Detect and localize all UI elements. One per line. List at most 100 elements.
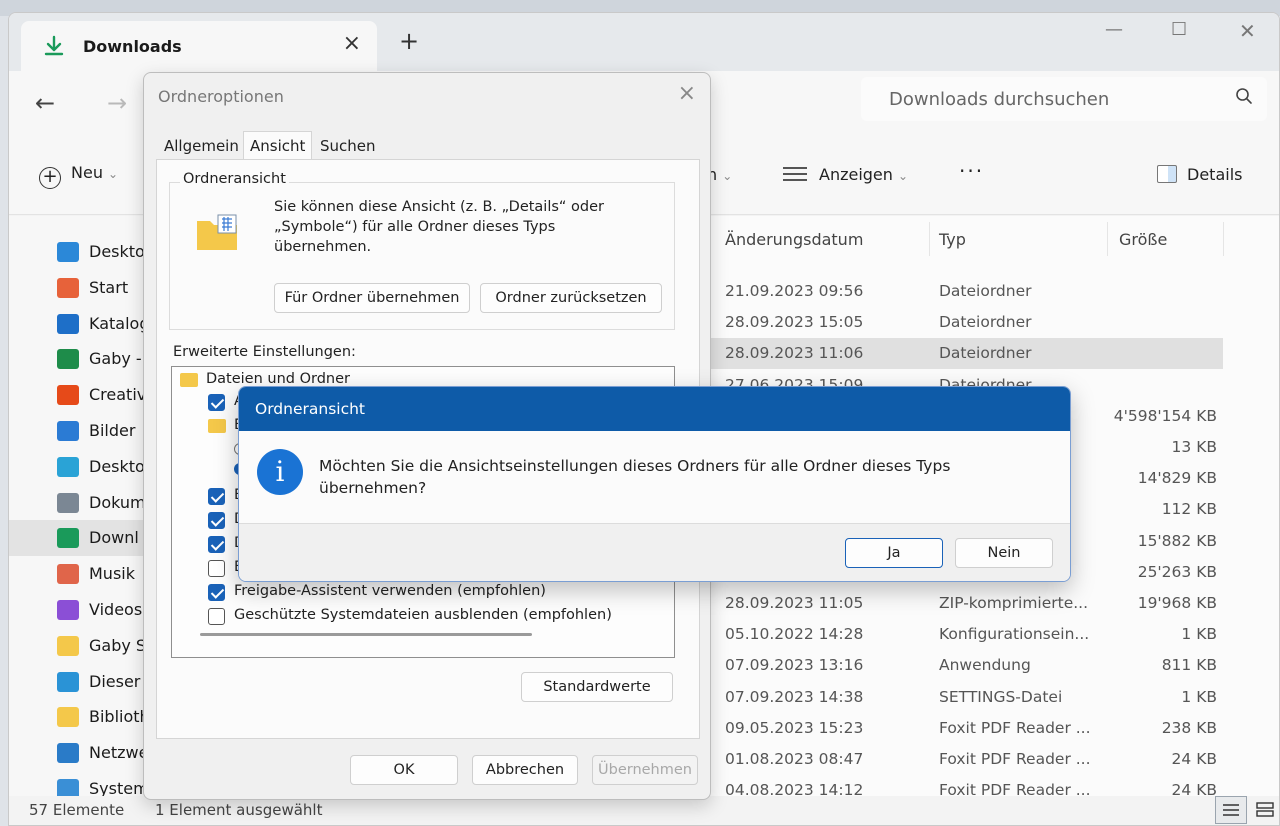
table-row[interactable]: 01.08.2023 08:47 Foxit PDF Reader ... 24 K…: [709, 744, 1223, 775]
sidebar-item[interactable]: Dieser I: [9, 664, 150, 700]
tab-search[interactable]: Suchen: [320, 137, 376, 155]
sidebar-item[interactable]: Musik: [9, 556, 145, 592]
minimize-icon[interactable]: —: [1105, 19, 1123, 40]
back-arrow-icon[interactable]: ←: [35, 89, 55, 117]
folder-icon: [208, 419, 226, 433]
list-icon: [783, 167, 807, 181]
chevron-down-icon: ⌄: [722, 169, 733, 183]
cell-size: 1 KB: [1181, 625, 1217, 644]
apply-button[interactable]: Übernehmen: [592, 755, 698, 785]
new-tab-icon[interactable]: +: [399, 29, 419, 53]
apply-to-folders-button[interactable]: Für Ordner übernehmen: [274, 283, 470, 313]
checkbox[interactable]: [208, 488, 225, 505]
sidebar-item-label: Start: [89, 277, 129, 297]
sidebar-item[interactable]: Biblioth: [9, 699, 150, 735]
sidebar-item[interactable]: Netzwe: [9, 735, 148, 771]
checkbox[interactable]: [208, 560, 225, 577]
table-row[interactable]: 05.10.2022 14:28 Konfigurationsein... 1 KB: [709, 619, 1223, 650]
yes-button[interactable]: Ja: [845, 538, 943, 568]
cell-date: 01.08.2023 08:47: [725, 750, 864, 768]
sidebar-item[interactable]: Gaby -: [9, 341, 145, 377]
checkbox[interactable]: [208, 394, 225, 411]
gallery-icon: [57, 313, 79, 334]
cell-size: 1 KB: [1181, 687, 1217, 706]
table-row[interactable]: 28.09.2023 11:05 ZIP-komprimierte... 19'96…: [709, 588, 1223, 619]
details-view-icon: [1223, 804, 1239, 816]
tiles-view-button[interactable]: [1251, 796, 1279, 824]
table-row[interactable]: 28.09.2023 15:05 Dateiordner: [709, 307, 1223, 338]
status-bar: 57 Elemente 1 Element ausgewählt: [9, 796, 1279, 825]
sidebar-item-label: Bilder: [89, 421, 136, 440]
sidebar-item-label: Creativ: [89, 385, 147, 405]
cell-type: Dateiordner: [939, 282, 1032, 300]
column-header-date[interactable]: Änderungsdatum: [725, 230, 863, 249]
column-separator[interactable]: [929, 222, 930, 256]
details-view-button[interactable]: [1215, 796, 1247, 824]
table-row[interactable]: 09.05.2023 15:23 Foxit PDF Reader ... 238 …: [709, 713, 1223, 744]
horizontal-scrollbar[interactable]: [200, 633, 532, 636]
no-button[interactable]: Nein: [955, 538, 1053, 568]
table-row[interactable]: 07.09.2023 13:16 Anwendung 811 KB: [709, 650, 1223, 681]
tab-close-icon[interactable]: ×: [343, 31, 361, 56]
checkbox[interactable]: [208, 608, 225, 625]
confirm-title: Ordneransicht: [255, 400, 365, 418]
defaults-button[interactable]: Standardwerte: [521, 672, 673, 702]
folder-icon: [180, 373, 198, 387]
download-icon: [44, 35, 64, 56]
checkbox[interactable]: [208, 536, 225, 553]
more-options-icon[interactable]: ···: [959, 159, 984, 183]
sidebar-item[interactable]: Dokum: [9, 485, 146, 521]
sidebar-item[interactable]: Desktop: [9, 234, 155, 270]
cell-type: Dateiordner: [939, 313, 1032, 332]
folder-view-group: Ordneransicht Sie können diese Ansicht (…: [169, 171, 675, 330]
sidebar-item[interactable]: Gaby S: [9, 628, 147, 664]
column-separator[interactable]: [1223, 222, 1224, 256]
sidebar-item[interactable]: Creativ: [9, 377, 147, 413]
cancel-button[interactable]: Abbrechen: [472, 755, 578, 785]
cell-size: 811 KB: [1161, 656, 1217, 675]
videos-icon: [57, 600, 79, 620]
cell-size: 4'598'154 KB: [1113, 406, 1217, 425]
column-separator[interactable]: [1107, 222, 1108, 256]
column-header-type[interactable]: Typ: [939, 230, 966, 249]
details-pane-button[interactable]: Details: [1157, 165, 1242, 184]
pictures-icon: [57, 421, 79, 441]
view-button[interactable]: Anzeigen ⌄: [783, 165, 908, 184]
sidebar-item-label: Gaby S: [89, 635, 147, 655]
folder-view-icon: [197, 214, 237, 250]
sidebar-item[interactable]: Downl: [9, 520, 145, 557]
onedrive-icon: [57, 349, 79, 370]
table-row[interactable]: 07.09.2023 14:38 SETTINGS-Datei 1 KB: [709, 682, 1223, 713]
sidebar-item-label: Biblioth: [89, 707, 150, 727]
cell-type: ZIP-komprimierte...: [939, 594, 1089, 612]
sidebar-item[interactable]: Katalog: [9, 306, 149, 342]
cell-type: Foxit PDF Reader ...: [939, 718, 1091, 737]
table-row[interactable]: 28.09.2023 11:06 Dateiordner: [709, 338, 1223, 370]
ok-button[interactable]: OK: [350, 755, 458, 785]
documents-icon: [57, 492, 79, 513]
plus-icon: +: [39, 167, 61, 189]
table-row[interactable]: 21.09.2023 09:56 Dateiordner: [709, 276, 1223, 307]
new-button[interactable]: + Neu ⌄: [39, 163, 118, 189]
desktop-icon: [57, 456, 79, 477]
search-input[interactable]: Downloads durchsuchen: [861, 77, 1267, 121]
sidebar-item[interactable]: Videos: [9, 592, 145, 628]
maximize-icon[interactable]: ☐: [1171, 19, 1187, 40]
close-window-icon[interactable]: ✕: [1239, 19, 1256, 43]
folder-icon: [57, 635, 79, 656]
close-icon[interactable]: ×: [678, 81, 696, 106]
cell-size: 19'968 KB: [1137, 594, 1217, 612]
reset-folders-button[interactable]: Ordner zurücksetzen: [480, 283, 662, 313]
sidebar-item[interactable]: Deskto: [9, 449, 145, 485]
checkbox[interactable]: [208, 584, 225, 601]
sidebar-item[interactable]: Start: [9, 270, 145, 306]
advanced-settings-label: Erweiterte Einstellungen:: [173, 344, 356, 360]
column-header-size[interactable]: Größe: [1119, 230, 1167, 249]
tab-view[interactable]: Ansicht: [243, 131, 313, 159]
sidebar-item[interactable]: Bilder: [9, 413, 145, 449]
checkbox[interactable]: [208, 512, 225, 529]
sidebar-item-label: Dieser I: [89, 671, 151, 691]
forward-arrow-icon[interactable]: →: [107, 89, 127, 117]
tab-downloads[interactable]: Downloads ×: [21, 21, 377, 71]
tab-general[interactable]: Allgemein: [164, 137, 239, 155]
